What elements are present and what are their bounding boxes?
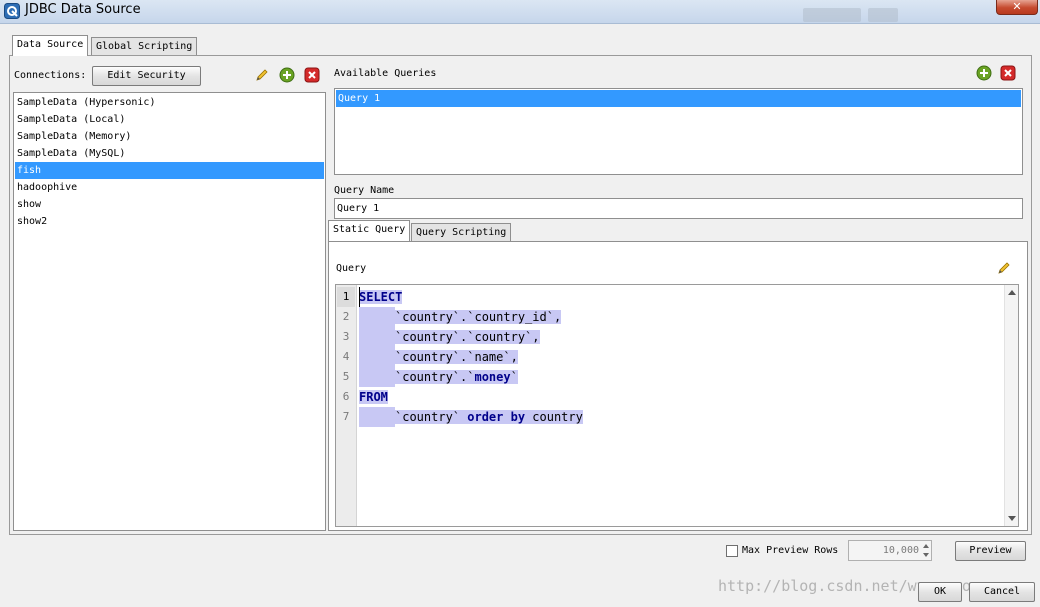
tab-static-query[interactable]: Static Query <box>328 220 411 241</box>
sql-keyword: FROM <box>359 390 388 404</box>
sql-keyword: SELECT <box>359 290 403 304</box>
sql-keyword: money <box>474 370 511 384</box>
add-icon[interactable] <box>976 65 992 81</box>
code-indent <box>359 327 395 347</box>
edit-pencil-icon[interactable] <box>996 260 1012 276</box>
query-name-field[interactable]: Query 1 <box>334 198 1023 219</box>
remove-icon[interactable] <box>304 67 320 83</box>
spinner-down-icon[interactable] <box>923 553 929 557</box>
available-queries-label: Available Queries <box>334 68 437 79</box>
connection-list-item[interactable]: hadoophive <box>15 179 324 196</box>
edit-pencil-icon[interactable] <box>254 67 270 83</box>
code-line[interactable]: `country`.`money` <box>359 367 518 387</box>
code-indent <box>359 367 395 387</box>
background-window-ghost <box>868 8 898 22</box>
connections-label: Connections: <box>14 70 87 81</box>
tab-query-scripting[interactable]: Query Scripting <box>411 223 512 242</box>
spinner-up-icon[interactable] <box>923 544 929 548</box>
sql-keyword: order by <box>467 410 526 424</box>
tab-data-source[interactable]: Data Source <box>12 35 89 56</box>
window-title: JDBC Data Source <box>25 2 141 17</box>
tab-global-scripting[interactable]: Global Scripting <box>91 37 198 56</box>
remove-icon[interactable] <box>1000 65 1016 81</box>
cancel-button[interactable]: Cancel <box>969 582 1035 602</box>
sql-token: ` <box>510 370 518 384</box>
connection-list-item[interactable]: show <box>15 196 324 213</box>
line-number: 1 <box>337 287 355 307</box>
sql-token: `country`.`country_id`, <box>395 310 562 324</box>
max-preview-rows-checkbox[interactable] <box>726 545 738 557</box>
connection-list-item[interactable]: SampleData (MySQL) <box>15 145 324 162</box>
scroll-down-arrow-icon[interactable] <box>1008 516 1016 521</box>
max-rows-value[interactable]: 10,000 <box>883 541 919 560</box>
code-indent <box>359 407 395 427</box>
code-line[interactable]: `country`.`country`, <box>359 327 540 347</box>
sql-editor[interactable]: 1 2 3 4 5 6 7 SELECT `country`.`country_id`, `… <box>335 284 1019 527</box>
sql-token: `country`.` <box>395 370 475 384</box>
line-number: 7 <box>342 410 350 423</box>
line-number: 5 <box>342 370 350 383</box>
app-icon <box>4 3 20 19</box>
close-button[interactable]: ✕ <box>996 0 1038 15</box>
sql-token: `country` <box>395 410 468 424</box>
line-number: 6 <box>342 390 350 403</box>
line-number: 3 <box>342 330 350 343</box>
close-icon: ✕ <box>1012 0 1022 13</box>
edit-security-button[interactable]: Edit Security <box>92 66 201 86</box>
connection-list-item[interactable]: fish <box>15 162 324 179</box>
max-preview-rows-label: Max Preview Rows <box>742 545 839 556</box>
code-line[interactable]: `country`.`country_id`, <box>359 307 562 327</box>
sql-token: `country`.`name`, <box>395 350 518 364</box>
line-number: 4 <box>342 350 350 363</box>
available-queries-list[interactable]: Query 1 <box>334 88 1023 175</box>
code-line[interactable]: SELECT <box>359 287 403 307</box>
line-numbers: 1 2 3 4 5 6 7 <box>336 287 357 427</box>
ok-button[interactable]: OK <box>918 582 962 602</box>
sql-token: `country`.`country`, <box>395 330 540 344</box>
code-line[interactable]: FROM <box>359 387 388 407</box>
max-rows-spinner[interactable]: 10,000 <box>848 540 932 561</box>
code-indent <box>359 347 395 367</box>
text-caret <box>359 287 360 307</box>
query-list-item[interactable]: Query 1 <box>336 90 1021 107</box>
sql-token: country <box>525 410 583 424</box>
connection-list-item[interactable]: SampleData (Memory) <box>15 128 324 145</box>
query-editor-label: Query <box>336 263 367 274</box>
line-number: 2 <box>342 310 350 323</box>
query-name-label: Query Name <box>334 185 395 196</box>
background-window-ghost <box>803 8 861 22</box>
code-line[interactable]: `country` order by country <box>359 407 583 427</box>
add-icon[interactable] <box>279 67 295 83</box>
preview-button[interactable]: Preview <box>955 541 1026 561</box>
code-line[interactable]: `country`.`name`, <box>359 347 518 367</box>
connection-list-item[interactable]: show2 <box>15 213 324 230</box>
connection-list-item[interactable]: SampleData (Hypersonic) <box>15 94 324 111</box>
connections-list[interactable]: SampleData (Hypersonic) SampleData (Local… <box>13 92 326 531</box>
code-indent <box>359 307 395 327</box>
scroll-up-arrow-icon[interactable] <box>1008 290 1016 295</box>
editor-scrollbar[interactable] <box>1004 285 1018 526</box>
sql-code[interactable]: SELECT `country`.`country_id`, `country`… <box>359 287 999 427</box>
connection-list-item[interactable]: SampleData (Local) <box>15 111 324 128</box>
